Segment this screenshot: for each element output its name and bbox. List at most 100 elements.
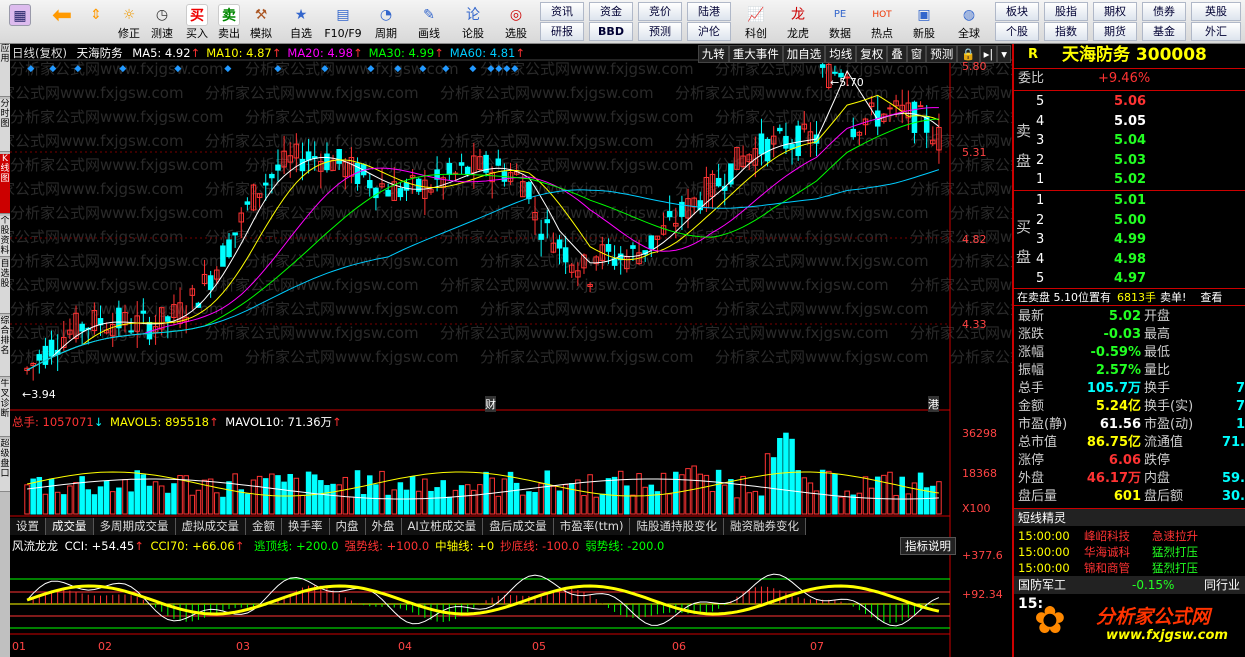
side-tab-6[interactable]: 牛叉诊断	[0, 379, 10, 437]
sector-tag[interactable]: 同行业	[1204, 576, 1240, 594]
side-tab-3[interactable]: 个股资料	[0, 216, 10, 257]
side-tab-5[interactable]: 综合排名	[0, 316, 10, 377]
volume-bar	[122, 479, 128, 515]
kline-btn-7[interactable]: 预测	[926, 45, 958, 63]
indicator-tab-10[interactable]: 市盈率(ttm)	[553, 518, 631, 535]
elf-time: 15:00:00	[1018, 545, 1070, 559]
elf-stock[interactable]: 锦和商管	[1084, 560, 1130, 576]
market-options[interactable]: 期权	[1093, 2, 1137, 21]
market-futures[interactable]: 期货	[1093, 22, 1137, 41]
indicator-tab-3[interactable]: 虚拟成交量	[175, 518, 246, 535]
indicator-name[interactable]: 风流龙龙	[12, 539, 58, 553]
indicator-tab-12[interactable]: 融资融券变化	[723, 518, 806, 535]
indicator-help-button[interactable]: 指标说明	[900, 537, 956, 555]
market-fx[interactable]: 外汇	[1191, 22, 1241, 41]
toolbar-f10-button[interactable]: ▤ F10/F9	[322, 2, 364, 42]
market-index-futures[interactable]: 股指	[1044, 2, 1088, 21]
alert-more-link[interactable]: 查看	[1200, 291, 1222, 304]
side-tab-2[interactable]: K线图	[0, 154, 10, 214]
toolbar-longhu-button[interactable]: 龙龙虎	[780, 2, 816, 42]
indicator-tab-2[interactable]: 多周期成交量	[93, 518, 176, 535]
kline-btn-4[interactable]: 复权	[856, 45, 888, 63]
toolbar-draw-button[interactable]: ✎ 画线	[410, 2, 448, 42]
kline-btn-1[interactable]: 重大事件	[728, 45, 783, 63]
kline-header: 日线(复权) 天海防务 MA5: 4.92↑ MA10: 4.87↑ MA20: 4…	[12, 45, 525, 61]
indicator-tab-0[interactable]: 设置	[10, 518, 46, 535]
ask-price[interactable]: 5.06	[1114, 93, 1146, 111]
market-sector[interactable]: 板块	[995, 2, 1039, 21]
updown-button[interactable]: ⇕	[84, 2, 108, 42]
kline-btn-0[interactable]: 九转	[697, 45, 729, 63]
nav-fund[interactable]: 资金	[589, 2, 633, 21]
indicator-tab-11[interactable]: 陆股通持股变化	[630, 518, 724, 535]
indicator-tab-7[interactable]: 外盘	[365, 518, 402, 535]
market-bonds[interactable]: 债券	[1142, 2, 1186, 21]
nav-research[interactable]: 研报	[540, 22, 584, 41]
toolbar-select-button[interactable]: ◎ 选股	[496, 2, 536, 42]
elf-stock[interactable]: 华海诚科	[1084, 544, 1130, 560]
kline-btn-5[interactable]: 叠	[887, 45, 907, 63]
toolbar-fix-button[interactable]: ☼ 修正	[113, 2, 145, 42]
nav-shlondon[interactable]: 沪伦	[687, 22, 731, 41]
event-diamond[interactable]	[469, 65, 477, 73]
volume-bar	[562, 484, 569, 515]
indicator-tab-4[interactable]: 金额	[246, 518, 282, 535]
toolbar-simulate-button[interactable]: ⚒ 模拟	[246, 2, 276, 42]
period-label[interactable]: 日线(复权)	[12, 46, 67, 60]
toolbar-hot-button[interactable]: HOT 热点	[864, 2, 900, 42]
nav-forecast[interactable]: 预测	[638, 22, 682, 41]
toolbar-period-button[interactable]: ◔ 周期	[366, 2, 406, 42]
nav-news[interactable]: 资讯	[540, 2, 584, 21]
side-tab-7[interactable]: 超级盘口	[0, 439, 10, 492]
indicator-tab-5[interactable]: 换手率	[282, 518, 330, 535]
watermark-text: 分析家公式网www.fxjgsw.com	[10, 108, 224, 126]
toolbar-data-button[interactable]: PE 数据	[822, 2, 858, 42]
kline-btn-6[interactable]: 窗	[906, 45, 927, 63]
elf-title[interactable]: 短线精灵	[1014, 508, 1245, 526]
kline-btn-3[interactable]: 均线	[825, 45, 857, 63]
toolbar-watchlist-button[interactable]: ★ 自选	[283, 2, 319, 42]
nav-auction[interactable]: 竞价	[638, 2, 682, 21]
side-tab-4[interactable]: 自选股	[0, 259, 10, 314]
finance-marker[interactable]: 财	[485, 396, 496, 412]
nav-hk[interactable]: 陆港	[687, 2, 731, 21]
bid-price[interactable]: 5.01	[1114, 192, 1146, 210]
ask-price[interactable]: 5.04	[1114, 132, 1146, 150]
toolbar-ipo-button[interactable]: ▣ 新股	[906, 2, 942, 42]
kline-btn-2[interactable]: 加自选	[782, 45, 826, 63]
big-order-alert[interactable]: 在卖盘 5.10位置有 6813手 卖单! 查看	[1014, 288, 1245, 306]
elf-stock[interactable]: 峰岹科技	[1084, 528, 1130, 544]
ask-price[interactable]: 5.05	[1114, 113, 1146, 131]
chevron-down-icon[interactable]: ▾	[997, 45, 1011, 63]
bid-price[interactable]: 4.99	[1114, 231, 1146, 249]
market-stocks[interactable]: 个股	[995, 22, 1039, 41]
indicator-tab-8[interactable]: AI立桩成交量	[401, 518, 484, 535]
toolbar-speed-button[interactable]: ◷ 测速	[146, 2, 178, 42]
bid-price[interactable]: 4.97	[1114, 270, 1146, 288]
toolbar-forum-button[interactable]: 论论股	[455, 2, 491, 42]
indicator-tab-1[interactable]: 成交量	[46, 518, 94, 535]
toolbar-global-button[interactable]: ◍ 全球	[950, 2, 988, 42]
toolbar-sell-button[interactable]: 卖卖出	[214, 2, 244, 42]
ask-price[interactable]: 5.02	[1114, 171, 1146, 189]
toolbar-menu-button[interactable]: ▦	[6, 2, 34, 42]
side-tab-0[interactable]: 应用	[0, 44, 10, 97]
toolbar-kechuang-button[interactable]: 📈 科创	[738, 2, 774, 42]
bid-price[interactable]: 4.98	[1114, 251, 1146, 269]
volume-bar	[158, 485, 165, 515]
toolbar-buy-button[interactable]: 买买入	[182, 2, 212, 42]
bid-price[interactable]: 5.00	[1114, 212, 1146, 230]
indicator-tab-9[interactable]: 盘后成交量	[483, 518, 554, 535]
market-uk[interactable]: 英股	[1191, 2, 1241, 21]
market-indices[interactable]: 指数	[1044, 22, 1088, 41]
hk-marker[interactable]: 港	[928, 396, 939, 412]
nav-bbd[interactable]: BBD	[589, 22, 633, 41]
sector-name[interactable]: 国防军工	[1018, 576, 1066, 594]
side-tab-1[interactable]: 分时图	[0, 99, 10, 152]
market-funds[interactable]: 基金	[1142, 22, 1186, 41]
indicator-tab-6[interactable]: 内盘	[329, 518, 366, 535]
event-diamond[interactable]	[224, 65, 232, 73]
back-button[interactable]: ⬅	[48, 2, 76, 42]
watermark-text: 分析家公式网www.fxjgsw.com	[950, 348, 1012, 366]
ask-price[interactable]: 5.03	[1114, 152, 1146, 170]
